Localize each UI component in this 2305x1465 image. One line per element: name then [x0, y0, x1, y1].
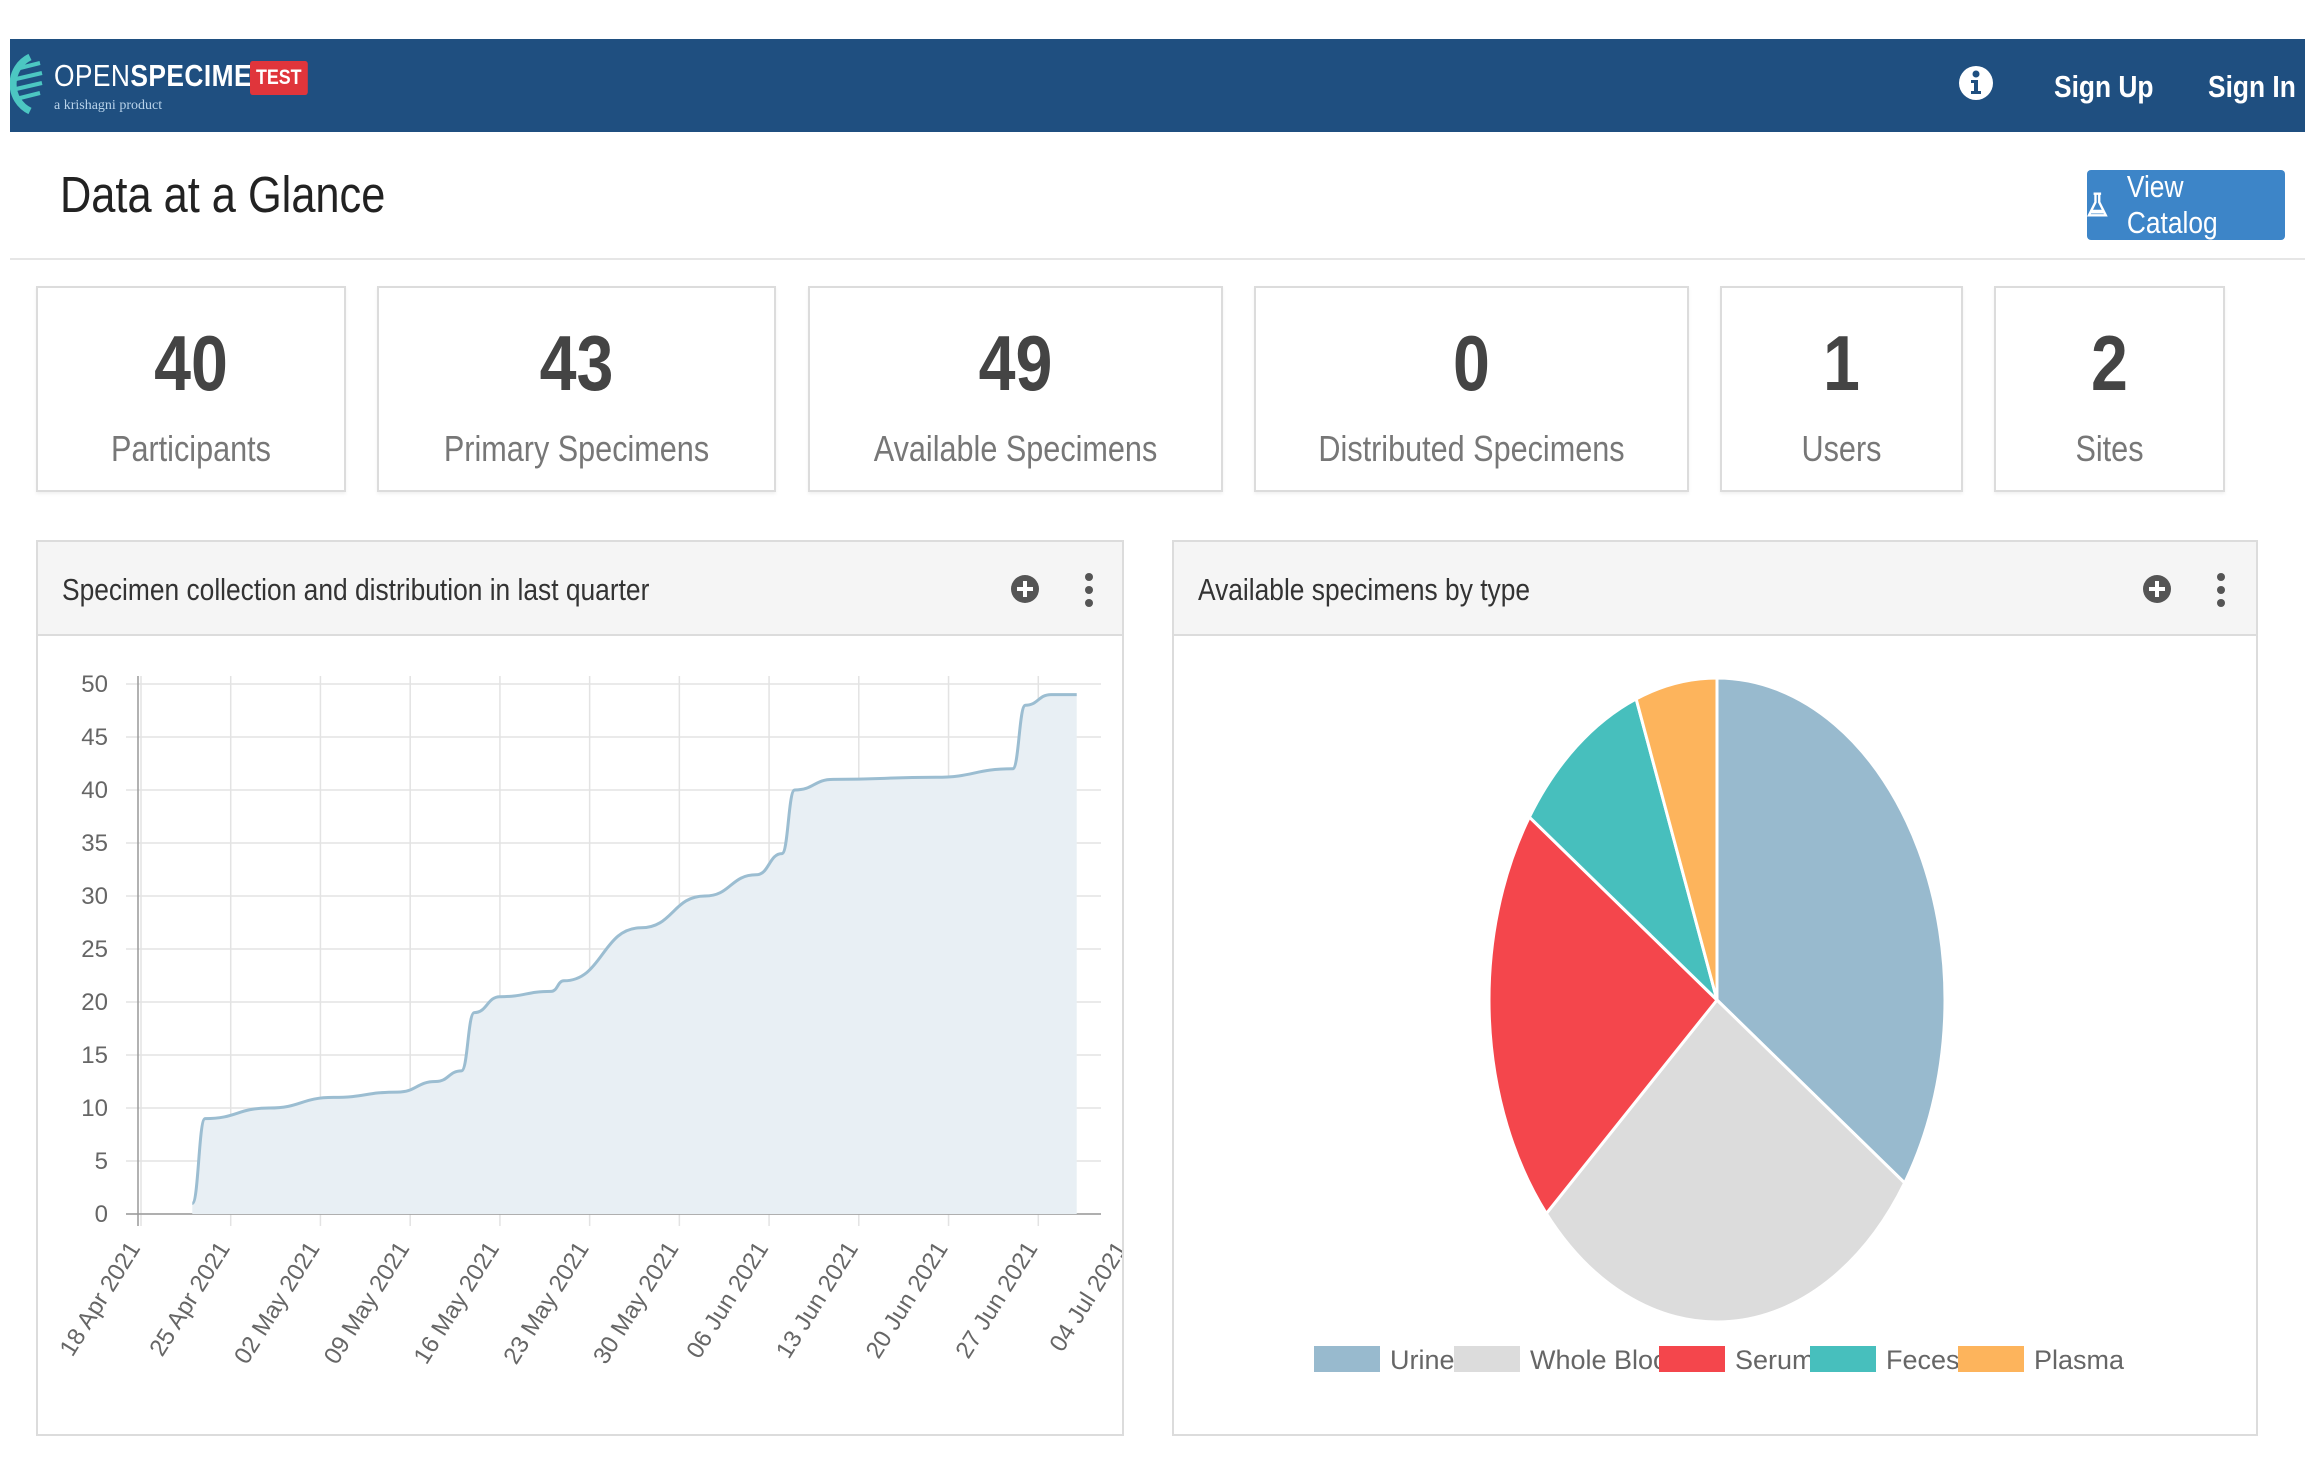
- stat-distributed-specimens[interactable]: 0 Distributed Specimens: [1254, 286, 1689, 492]
- y-tick-label: 45: [81, 724, 108, 751]
- test-badge: TEST: [250, 61, 308, 95]
- plus-circle-icon[interactable]: [2142, 574, 2172, 604]
- legend-swatch: [1454, 1346, 1520, 1372]
- flask-icon: [2087, 192, 2108, 217]
- legend-label: Feces: [1886, 1345, 1960, 1375]
- y-tick-label: 0: [95, 1201, 108, 1228]
- logo-tagline: a krishagni product: [54, 98, 163, 113]
- x-tick-label: 30 May 2021: [588, 1237, 684, 1369]
- stat-value: 2: [2091, 319, 2128, 407]
- y-tick-label: 50: [81, 671, 108, 698]
- stat-label: Primary Specimens: [443, 428, 710, 469]
- logo-open-text: OPEN: [54, 58, 131, 93]
- logo-mark-icon: [10, 53, 43, 115]
- stat-value: 43: [539, 319, 614, 407]
- stat-available-specimens[interactable]: 49 Available Specimens: [808, 286, 1223, 492]
- stat-label: Available Specimens: [873, 428, 1158, 469]
- stat-value: 1: [1823, 319, 1860, 407]
- header-divider: [10, 258, 2305, 260]
- specimen-types-panel: Urine Whole Blood Serum Feces Plasma Availab…: [1172, 540, 2258, 1436]
- panel-title: Available specimens by type: [1198, 572, 1531, 607]
- x-tick-label: 09 May 2021: [319, 1237, 415, 1369]
- legend-label: Serum: [1735, 1345, 1815, 1375]
- kebab-menu-icon[interactable]: [2215, 572, 2227, 612]
- legend-label: Urine: [1390, 1345, 1455, 1375]
- openspecimen-logo[interactable]: OPENSPECIMEN a krishagni product TEST: [10, 45, 310, 125]
- stat-users[interactable]: 1 Users: [1720, 286, 1963, 492]
- sign-in-link[interactable]: Sign In: [2208, 69, 2296, 105]
- x-tick-label: 02 May 2021: [229, 1237, 325, 1369]
- collection-chart-panel: 0 5 10 15 20 25 30 35 40 45 50 18 Apr 2021 25 Apr 20…: [36, 540, 1124, 1436]
- legend-swatch: [1314, 1346, 1380, 1372]
- y-tick-label: 5: [95, 1148, 108, 1175]
- x-tick-label: 25 Apr 2021: [144, 1237, 235, 1361]
- y-tick-label: 10: [81, 1095, 108, 1122]
- x-tick-label: 20 Jun 2021: [861, 1237, 954, 1363]
- info-circle-icon[interactable]: [1954, 61, 1998, 105]
- legend-label: Plasma: [2034, 1345, 2125, 1375]
- y-tick-label: 30: [81, 883, 108, 910]
- logo-text: OPENSPECIMEN: [54, 58, 271, 94]
- page-title: Data at a Glance: [60, 166, 386, 223]
- legend-swatch: [1958, 1346, 2024, 1372]
- x-tick-label: 16 May 2021: [409, 1237, 505, 1369]
- kebab-menu-icon[interactable]: [1083, 572, 1095, 612]
- view-catalog-button[interactable]: View Catalog: [2087, 169, 2285, 240]
- view-catalog-label: View Catalog: [2126, 169, 2218, 240]
- stat-value: 49: [978, 319, 1053, 407]
- panel-header: Specimen collection and distribution in …: [38, 542, 1122, 636]
- stat-participants[interactable]: 40 Participants: [36, 286, 346, 492]
- panel-header: Available specimens by type: [1174, 542, 2256, 636]
- stat-sites[interactable]: 2 Sites: [1994, 286, 2225, 492]
- specimen-types-pie-chart: Urine Whole Blood Serum Feces Plasma: [1314, 676, 2125, 1375]
- stat-value: 40: [154, 319, 228, 407]
- stat-primary-specimens[interactable]: 43 Primary Specimens: [377, 286, 776, 492]
- stat-label: Sites: [2075, 428, 2144, 469]
- area-fill: [192, 694, 1077, 1214]
- stat-value: 0: [1453, 319, 1490, 407]
- stat-label: Participants: [111, 428, 271, 469]
- x-tick-label: 13 Jun 2021: [771, 1237, 864, 1363]
- y-tick-label: 40: [81, 777, 108, 804]
- legend-swatch: [1659, 1346, 1725, 1372]
- y-tick-label: 15: [81, 1042, 108, 1069]
- x-tick-label: 06 Jun 2021: [681, 1237, 774, 1363]
- legend-swatch: [1810, 1346, 1876, 1372]
- sign-up-link[interactable]: Sign Up: [2054, 69, 2154, 105]
- stat-label: Users: [1801, 428, 1882, 469]
- panel-title: Specimen collection and distribution in …: [62, 572, 650, 607]
- plus-circle-icon[interactable]: [1010, 574, 1040, 604]
- x-tick-label: 04 Jul 2021: [1044, 1237, 1122, 1357]
- y-tick-label: 20: [81, 989, 108, 1016]
- y-tick-label: 35: [81, 830, 108, 857]
- x-tick-label: 27 Jun 2021: [950, 1237, 1043, 1363]
- collection-area-chart: 0 5 10 15 20 25 30 35 40 45 50 18 Apr 202125 Apr 20…: [55, 671, 1122, 1369]
- y-tick-label: 25: [81, 936, 108, 963]
- x-tick-label: 18 Apr 2021: [55, 1237, 146, 1361]
- x-tick-label: 23 May 2021: [498, 1237, 594, 1369]
- stat-label: Distributed Specimens: [1318, 428, 1625, 469]
- top-navbar: OPENSPECIMEN a krishagni product TEST Si…: [10, 39, 2305, 132]
